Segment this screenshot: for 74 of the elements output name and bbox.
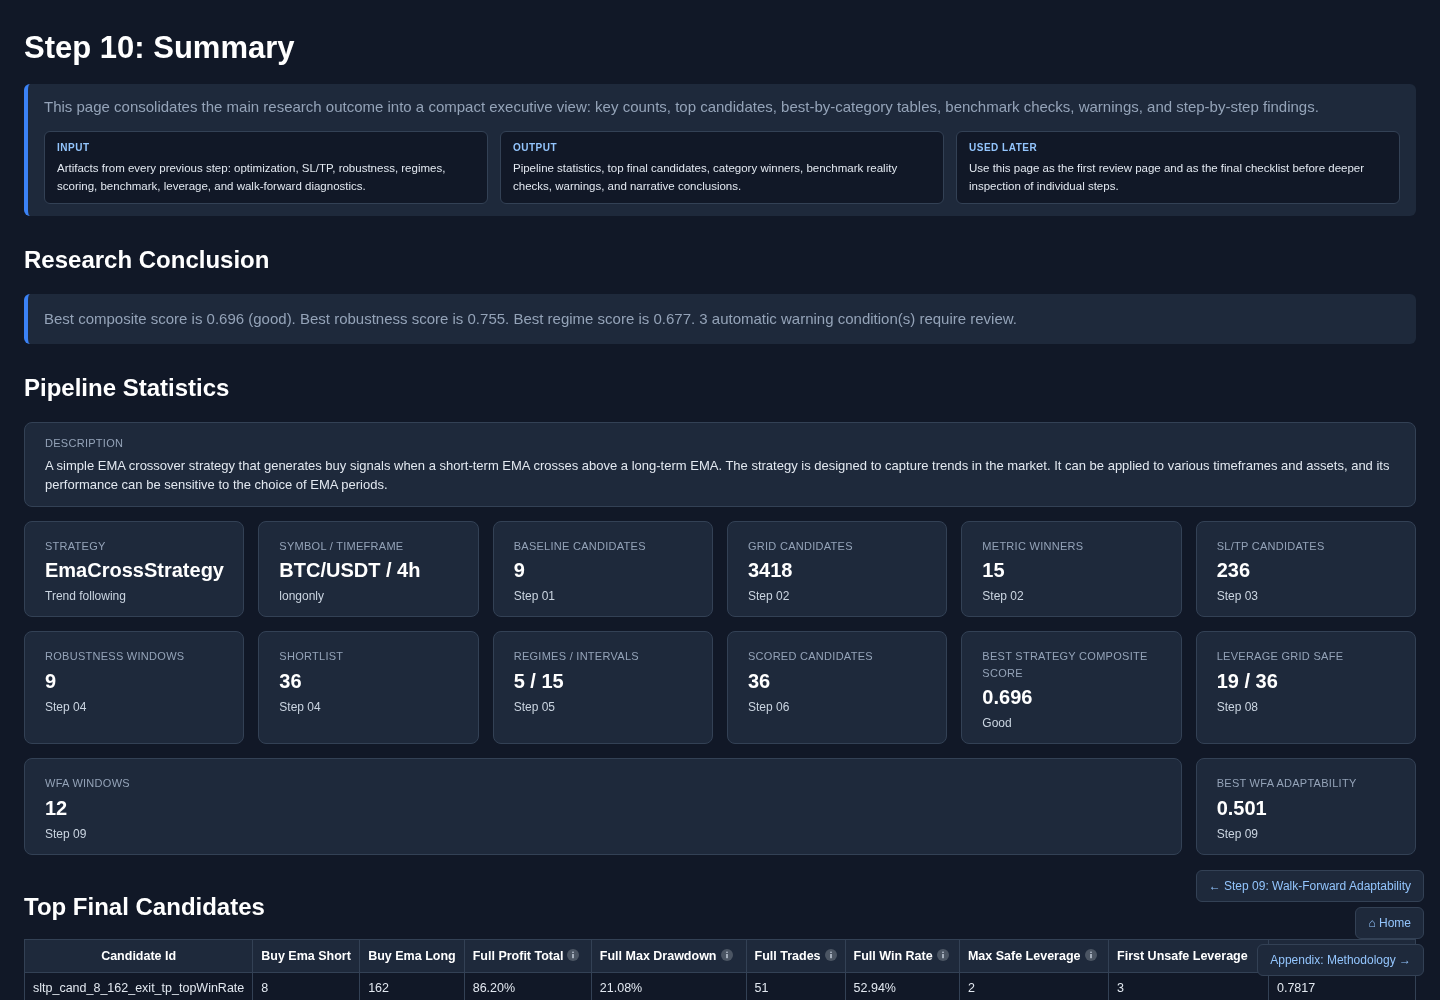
stat-note: Step 05	[513, 698, 557, 715]
info-box-text: Pipeline statistics, top final candidates, category winners, benchmark reality checks, warnings, and narrative conclusions.	[513, 160, 899, 194]
column-header: Candidate Id	[24, 939, 253, 973]
stat-note: Step 04	[45, 698, 88, 715]
stat-value: 9	[513, 558, 525, 583]
column-header: Full Win Rate	[845, 939, 960, 973]
stat-note: longonly	[279, 588, 326, 604]
conclusion-text: Best composite score is 0.696 (good). Best robustness score is 0.755. Best regime score is 0.677. 3 automatic warning condition(s) require review.	[44, 308, 1018, 329]
stat-value: 0.696	[982, 685, 1033, 710]
stat-note: Step 09	[1216, 825, 1260, 842]
info-icon	[720, 948, 733, 961]
stat-label: METRIC WINNERS	[982, 538, 1085, 554]
description-label: DESCRIPTION	[45, 436, 125, 451]
stat-label: REGIMES / INTERVALS	[513, 649, 640, 664]
stat-note: Step 06	[748, 698, 791, 715]
info-icon	[1084, 948, 1097, 961]
info-box-text: Use this page as the first review page and as the final checklist before deeper inspection of individual steps.	[969, 160, 1366, 194]
column-header: Buy Ema Short	[252, 939, 360, 973]
stat-value: 15	[982, 558, 1005, 583]
info-box-label: OUTPUT	[513, 140, 559, 155]
stat-label: BEST STRATEGY COMPOSITE SCORE	[982, 649, 1149, 681]
stat-note: Step 08	[1216, 698, 1260, 715]
stat-note: Trend following	[45, 588, 127, 604]
stat-note: Step 04	[279, 698, 322, 715]
nav-link[interactable]: ← Step 09: Walk-Forward Adaptability	[1195, 870, 1424, 902]
intro-text: This page consolidates the main research outcome into a compact executive view: key counts, top candidates, best-by-category tables, benchmark checks, warnings, and step-by-step findings.	[44, 97, 1320, 117]
nav-link[interactable]: Appendix: Methodology →	[1257, 944, 1424, 976]
stat-label: GRID CANDIDATES	[748, 538, 854, 554]
page-title: Step 10: Summary	[24, 29, 295, 67]
description-text: A simple EMA crossover strategy that generates buy signals when a short-term EMA crosses above a long-term EMA. The strategy is designed to capture trends in the market. It can be applied to various timeframes and assets, and its performance can be sensitive to the choice of EMA periods.	[45, 456, 1391, 494]
stat-label: STRATEGY	[45, 538, 107, 554]
stat-label: SL/TP CANDIDATES	[1216, 538, 1326, 554]
nav-link[interactable]: ⌂ Home	[1355, 907, 1424, 939]
stat-label: LEVERAGE GRID SAFE	[1216, 649, 1345, 664]
column-header: Full Max Drawdown	[591, 939, 747, 973]
column-header: Max Safe Leverage	[959, 939, 1109, 973]
column-header: Buy Ema Long	[359, 939, 465, 973]
info-box-label: INPUT	[57, 140, 91, 155]
stat-label: SHORTLIST	[279, 649, 345, 664]
stat-value: 0.501	[1216, 795, 1267, 821]
column-header: Full Trades	[746, 939, 846, 973]
stat-value: 9	[45, 668, 57, 694]
stat-label: BASELINE CANDIDATES	[513, 538, 647, 554]
stat-value: BTC/USDT / 4h	[279, 558, 421, 583]
info-box-label: USED LATER	[969, 140, 1039, 155]
stat-note: Step 02	[748, 588, 791, 604]
stat-note: Good	[982, 715, 1013, 731]
stat-label: ROBUSTNESS WINDOWS	[45, 649, 186, 664]
stat-value: EmaCrossStrategy	[45, 558, 224, 583]
stat-value: 36	[748, 668, 771, 694]
stat-label: WFA WINDOWS	[45, 776, 131, 791]
stat-value: 3418	[748, 558, 793, 583]
column-header: Full Profit Total	[464, 939, 592, 973]
stat-note: Step 02	[982, 588, 1025, 604]
info-box-text: Artifacts from every previous step: optimization, SL/TP, robustness, regimes, scoring, benchmark, leverage, and walk-forward diagnostics.	[57, 160, 447, 194]
stat-value: 36	[279, 668, 302, 694]
stat-value: 236	[1216, 558, 1251, 583]
section-heading: Research Conclusion	[24, 244, 270, 275]
stat-value: 19 / 36	[1216, 668, 1278, 694]
stat-value: 12	[45, 795, 68, 821]
stat-note: Step 01	[513, 588, 557, 604]
section-heading: Pipeline Statistics	[24, 373, 230, 403]
stat-label: SCORED CANDIDATES	[748, 649, 874, 664]
table-cell: sltp_cand_8_162_exit_tp_topWinRate	[24, 972, 253, 1000]
info-icon	[567, 948, 580, 961]
info-icon	[824, 948, 837, 961]
stat-note: Step 03	[1216, 588, 1260, 604]
stat-note: Step 09	[45, 825, 88, 842]
section-heading: Top Final Candidates	[24, 891, 265, 922]
info-icon	[936, 948, 949, 961]
column-header: First Unsafe Leverage	[1108, 939, 1269, 973]
stat-label: BEST WFA ADAPTABILITY	[1216, 776, 1358, 791]
stat-label: SYMBOL / TIMEFRAME	[279, 538, 405, 554]
stat-value: 5 / 15	[513, 668, 564, 694]
